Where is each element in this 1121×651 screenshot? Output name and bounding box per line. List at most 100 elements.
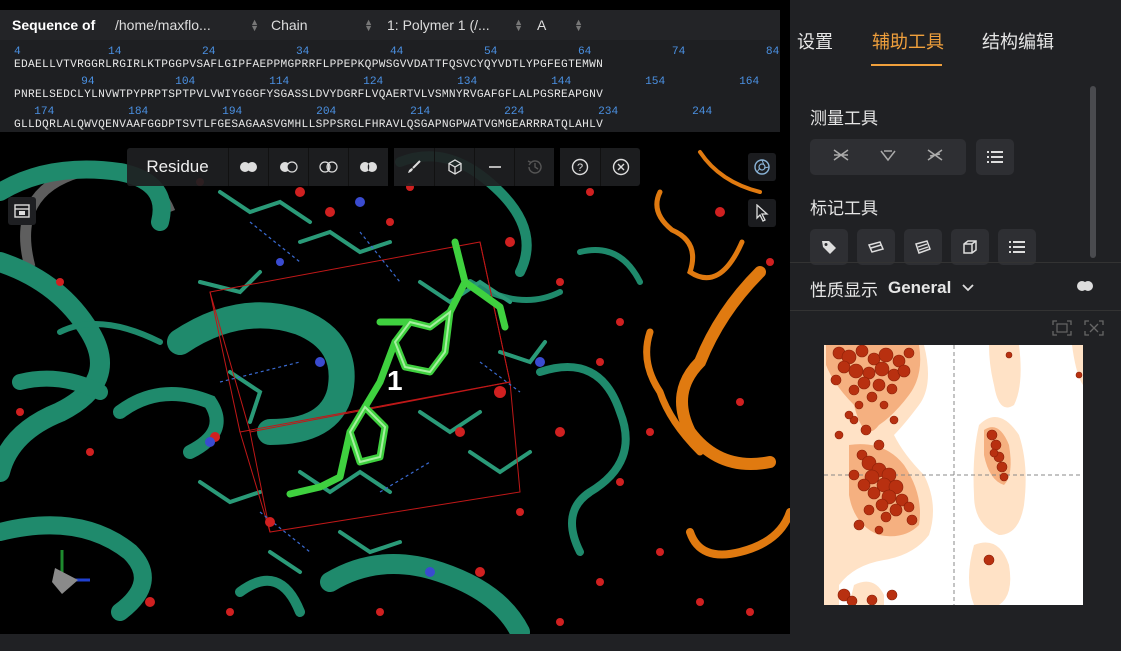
divider <box>790 310 1121 311</box>
screenshot-button[interactable] <box>748 153 776 181</box>
measure-tools-title: 测量工具 <box>810 109 878 128</box>
plane-icon <box>867 241 885 253</box>
molecule-viewer-panel: Sequence of /home/maxflo... ▲ ▼ Chain ▲ ▼ … <box>0 0 790 651</box>
measure-angle-button[interactable] <box>878 147 898 168</box>
cube-icon <box>447 159 462 175</box>
aperture-icon <box>754 159 770 175</box>
chain-id-select[interactable]: A ▲ ▼ <box>529 10 589 40</box>
sequence-residues[interactable]: EDAELLVTVRGGRLRGIRLKTPGGPVSAFLGIPFAEPPMG… <box>14 59 780 72</box>
measure-list-button[interactable] <box>976 139 1014 175</box>
mark-list-button[interactable] <box>998 229 1036 265</box>
molecule-render: 1 <box>0 150 790 634</box>
chevron-updown-icon: ▲ ▼ <box>364 17 373 33</box>
side-chain-sticks <box>198 190 547 574</box>
ligand-label: 1 <box>387 365 403 396</box>
box-mark-button[interactable] <box>951 229 989 265</box>
history-button[interactable] <box>514 148 554 186</box>
exclude-button[interactable] <box>348 148 388 186</box>
sequence-residues[interactable]: GLLDQRLALQWVQENVAAFGGDPTSVTLFGESAGAASVGM… <box>14 119 780 132</box>
brush-button[interactable] <box>394 148 434 186</box>
union-button[interactable] <box>228 148 268 186</box>
svg-text:?: ? <box>577 162 583 174</box>
selection-mode-button[interactable]: Residue <box>127 148 228 186</box>
tab-structure-edit[interactable]: 结构编辑 <box>982 28 1054 54</box>
panel-tabs: 设置 辅助工具 结构编辑 <box>790 0 1121 70</box>
chain-select[interactable]: Chain ▲ ▼ <box>265 10 379 40</box>
3d-canvas[interactable]: 1 <box>0 132 790 634</box>
chevron-down-icon[interactable] <box>961 283 975 293</box>
chevron-updown-icon: ▲ ▼ <box>514 17 523 33</box>
help-icon: ? <box>571 158 589 176</box>
side-panel: 设置 辅助工具 结构编辑 测量工具 标记工具 性质显示 General <box>790 0 1121 651</box>
polymer-select-value: 1: Polymer 1 (/... <box>387 17 490 33</box>
chain-id-select-value: A <box>537 17 547 33</box>
chain-select-value: Chain <box>271 17 308 33</box>
active-tab-indicator <box>871 64 942 66</box>
clear-plot-icon[interactable] <box>1084 320 1104 336</box>
ramachandran-chart <box>824 345 1083 605</box>
clear-button[interactable] <box>474 148 514 186</box>
panel-scrollbar[interactable] <box>1090 86 1096 258</box>
minus-icon <box>488 166 501 168</box>
list-icon <box>987 151 1003 163</box>
axis-gizmo-icon <box>52 550 90 594</box>
viewer-footer <box>0 634 790 651</box>
plane-mark-button[interactable] <box>857 229 895 265</box>
sequence-label: Sequence of <box>12 17 96 33</box>
intersect-button[interactable] <box>308 148 348 186</box>
sequence-toggle-button[interactable] <box>8 197 36 225</box>
subtract-button[interactable] <box>268 148 308 186</box>
help-button[interactable]: ? <box>560 148 600 186</box>
app-root: Sequence of /home/maxflo... ▲ ▼ Chain ▲ ▼ … <box>0 0 1121 651</box>
panel-toggle-icon <box>14 204 30 218</box>
close-icon <box>612 158 629 176</box>
property-display-row: 性质显示 General <box>810 276 975 300</box>
divider <box>790 262 1121 263</box>
sequence-numbers: 174 184 194 204 214 224 234 244 254 <box>14 106 780 118</box>
subtract-icon <box>279 161 298 173</box>
sequence-numbers: 4 14 24 34 44 54 64 74 84 <box>14 46 780 58</box>
ramachandran-plot[interactable] <box>824 345 1083 605</box>
sequence-residues[interactable]: PNRELSEDCLYLNVWTPYPRPTSPTPVLVWIYGGGFYSGA… <box>14 89 780 102</box>
sequence-row: 174 184 194 204 214 224 234 244 254 GLLD… <box>14 106 780 132</box>
chevron-updown-icon: ▲ ▼ <box>574 17 583 33</box>
property-mode-select[interactable]: General <box>888 278 951 298</box>
toggle-icon[interactable] <box>1076 280 1094 292</box>
measure-dihedral-button[interactable] <box>925 147 945 168</box>
tab-tools[interactable]: 辅助工具 <box>872 28 944 54</box>
list-icon <box>1009 241 1025 253</box>
mark-tools-title: 标记工具 <box>810 199 878 218</box>
polymer-select[interactable]: 1: Polymer 1 (/... ▲ ▼ <box>379 10 529 40</box>
measure-distance-button[interactable] <box>831 147 851 168</box>
tab-settings[interactable]: 设置 <box>797 28 833 54</box>
protein-ribbon <box>0 151 643 634</box>
brush-icon <box>408 160 421 173</box>
hbond-lines <box>219 221 521 553</box>
intersect-icon <box>318 161 338 173</box>
tag-icon <box>822 241 836 254</box>
file-select[interactable]: /home/maxflo... ▲ ▼ <box>115 10 265 40</box>
box-icon <box>963 240 977 254</box>
cube-button[interactable] <box>434 148 474 186</box>
pointer-mode-button[interactable] <box>748 199 776 227</box>
hatched-plane-icon <box>915 240 931 254</box>
distance-icon <box>833 148 849 161</box>
union-icon <box>239 162 257 172</box>
sequence-numbers: 94 104 114 124 134 144 154 164 <box>14 76 760 88</box>
property-display-label: 性质显示 <box>810 280 878 300</box>
close-selection-button[interactable] <box>600 148 640 186</box>
angle-icon <box>880 149 896 161</box>
file-select-value: /home/maxflo... <box>115 17 211 33</box>
sequence-row: 94 104 114 124 134 144 154 164 PNRELSEDC… <box>14 76 780 102</box>
label-tag-button[interactable] <box>810 229 848 265</box>
plot-toolbar <box>1052 320 1104 336</box>
sequence-header: Sequence of /home/maxflo... ▲ ▼ Chain ▲ ▼ … <box>0 10 780 40</box>
fit-view-icon[interactable] <box>1052 320 1072 336</box>
sequence-viewer[interactable]: 4 14 24 34 44 54 64 74 84 EDAELLVTVRGGRL… <box>0 40 780 132</box>
history-icon <box>527 160 542 174</box>
selection-toolbar: Residue ? <box>127 148 640 186</box>
chevron-updown-icon: ▲ ▼ <box>250 17 259 33</box>
surface-mark-button[interactable] <box>904 229 942 265</box>
measure-tools-group <box>810 139 966 175</box>
dihedral-icon <box>927 148 943 161</box>
